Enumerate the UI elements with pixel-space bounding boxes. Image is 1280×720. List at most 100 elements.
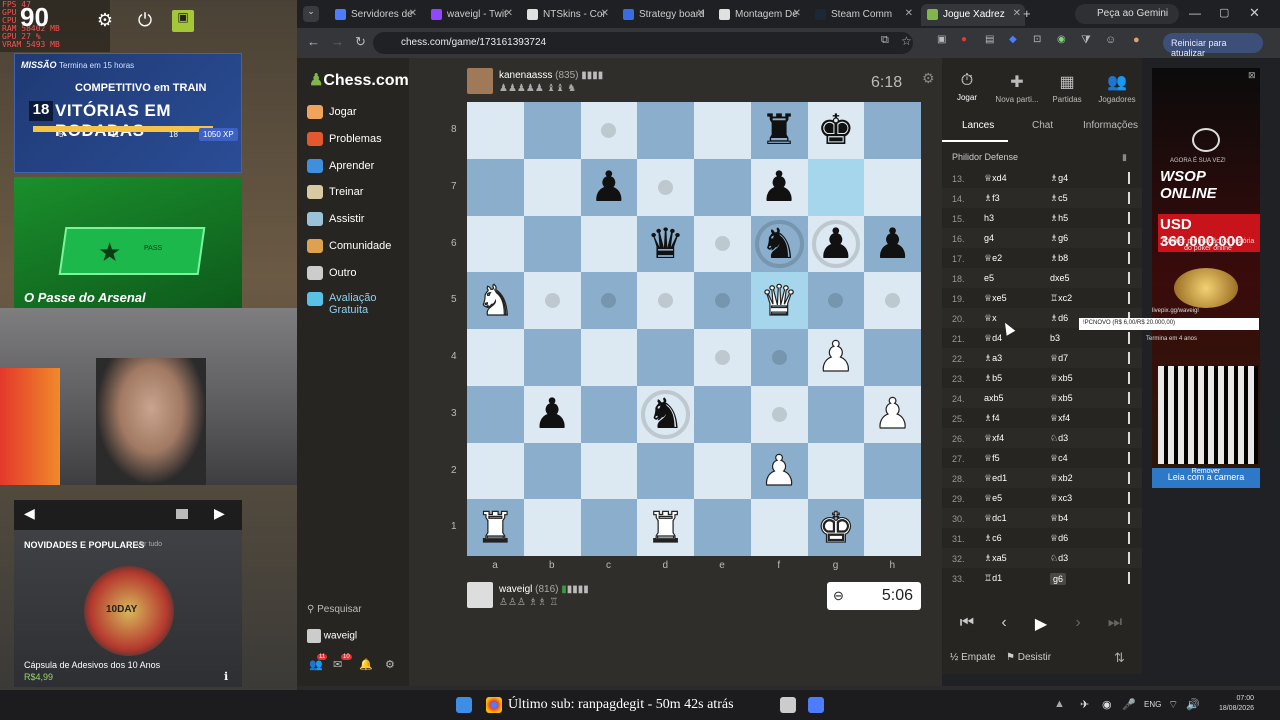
- white-pawn-piece[interactable]: ♟: [816, 335, 855, 378]
- profile-avatar[interactable]: ●: [1133, 34, 1140, 46]
- square-h5[interactable]: [864, 272, 921, 329]
- minimize-icon[interactable]: —: [1189, 6, 1201, 20]
- tab-chat[interactable]: Chat: [1032, 120, 1053, 131]
- square-d4[interactable]: [637, 329, 694, 386]
- carousel-next-icon[interactable]: ▶: [214, 505, 225, 522]
- cast-icon[interactable]: ⧉: [881, 34, 889, 47]
- square-c5[interactable]: [580, 272, 638, 329]
- reload-icon[interactable]: ↻: [355, 34, 366, 50]
- panel-tab-partidas[interactable]: ▦ Partidas: [1042, 72, 1092, 104]
- square-h7[interactable]: [864, 158, 921, 216]
- black-pawn-piece[interactable]: ♟: [760, 166, 798, 208]
- move-san[interactable]: e5: [984, 273, 994, 283]
- move-hint-dot[interactable]: [771, 406, 787, 422]
- square-f4[interactable]: [750, 329, 808, 386]
- square-e1[interactable]: [694, 499, 751, 556]
- move-san[interactable]: ♗f3: [984, 193, 1000, 204]
- move-san[interactable]: ♕xc3: [1050, 493, 1072, 504]
- move-san[interactable]: ♕xf4: [1050, 413, 1070, 424]
- taskbar-app-icon[interactable]: [808, 697, 824, 713]
- mic-icon[interactable]: 🎤: [1122, 698, 1136, 711]
- black-pawn-piece[interactable]: ♟: [874, 222, 912, 265]
- square-a2[interactable]: [467, 442, 524, 500]
- tab-close-icon[interactable]: ✕: [697, 8, 705, 19]
- first-move-icon[interactable]: ⏮: [952, 610, 982, 638]
- gear-icon[interactable]: ⚙: [94, 10, 116, 32]
- move-san[interactable]: ♖xc2: [1050, 293, 1072, 304]
- bookmark-star-icon[interactable]: ☆: [901, 34, 912, 48]
- move-hint-dot[interactable]: [658, 293, 674, 309]
- black-king-piece[interactable]: ♚: [817, 109, 855, 151]
- capture-hint-ring[interactable]: [754, 219, 804, 269]
- volume-icon[interactable]: 🔊: [1186, 698, 1200, 711]
- square-c7[interactable]: ♟: [580, 158, 638, 216]
- move-san[interactable]: ♕d6: [1050, 533, 1068, 544]
- move-san[interactable]: ♕b4: [1050, 513, 1068, 524]
- extensions-icon[interactable]: ⧩: [1081, 34, 1091, 47]
- square-d3[interactable]: ♞: [637, 385, 694, 443]
- move-san[interactable]: ♗d6: [1050, 313, 1068, 324]
- tab[interactable]: NTSkins - Cor ✕: [521, 4, 613, 26]
- square-b3[interactable]: ♟: [523, 385, 581, 443]
- tab-search-icon[interactable]: ⌄: [303, 6, 319, 22]
- carousel-prev-icon[interactable]: ◀: [24, 505, 35, 522]
- square-f6[interactable]: ♞: [750, 215, 808, 273]
- person-icon[interactable]: ☺: [1105, 34, 1116, 46]
- tab-info[interactable]: Informações: [1083, 120, 1138, 131]
- move-san[interactable]: ♗g4: [1050, 173, 1068, 184]
- move-san[interactable]: ♕e2: [984, 253, 1002, 264]
- tab-moves[interactable]: Lances: [962, 120, 994, 131]
- square-c2[interactable]: [580, 442, 638, 500]
- square-f8[interactable]: ♜: [750, 102, 808, 159]
- sidebar-item-outro[interactable]: Outro: [307, 266, 403, 280]
- news-card[interactable]: NOVIDADES E POPULARES Ver tudo 10DAY Cáp…: [14, 530, 242, 687]
- move-san[interactable]: ♗c6: [984, 533, 1002, 544]
- opponent-name[interactable]: kanenaasss (835) ▮▮▮▮: [499, 70, 603, 81]
- white-pawn-piece[interactable]: ♟: [873, 392, 912, 435]
- white-king-piece[interactable]: ♚: [816, 506, 855, 549]
- move-san[interactable]: ♕xf4: [984, 433, 1004, 444]
- image-icon[interactable]: ▣: [172, 10, 194, 32]
- square-e2[interactable]: [694, 442, 751, 500]
- square-b5[interactable]: [523, 272, 581, 329]
- tab-close-icon[interactable]: ✕: [601, 8, 609, 19]
- back-icon[interactable]: ←: [307, 34, 320, 49]
- move-san[interactable]: ♕dc1: [984, 513, 1007, 524]
- square-d2[interactable]: [637, 442, 694, 500]
- square-g7[interactable]: [807, 158, 865, 216]
- square-c3[interactable]: [580, 385, 638, 443]
- move-san[interactable]: ♗f4: [984, 413, 1000, 424]
- square-g5[interactable]: [807, 272, 865, 329]
- move-san[interactable]: ♗c5: [1050, 193, 1068, 204]
- square-g2[interactable]: [807, 442, 865, 500]
- tab[interactable]: waveigl - Twit ✕: [425, 4, 517, 26]
- extension-icon[interactable]: ●: [961, 34, 967, 45]
- square-g1[interactable]: ♚: [807, 499, 865, 556]
- tab[interactable]: Steam Comm ✕: [809, 4, 917, 26]
- tab[interactable]: Montagem De ✕: [713, 4, 805, 26]
- square-f2[interactable]: ♟: [750, 442, 808, 500]
- square-f5[interactable]: ♛: [750, 272, 808, 329]
- taskbar-app-icon[interactable]: [780, 697, 796, 713]
- move-san[interactable]: ♕d4: [984, 333, 1002, 344]
- move-san[interactable]: ♕ed1: [984, 473, 1007, 484]
- square-f7[interactable]: ♟: [750, 158, 808, 216]
- black-pawn-piece[interactable]: ♟: [590, 166, 628, 208]
- move-san[interactable]: ♕xd4: [984, 173, 1007, 184]
- book-icon[interactable]: ▮: [1122, 152, 1127, 163]
- black-pawn-piece[interactable]: ♟: [533, 393, 571, 435]
- square-a7[interactable]: [467, 158, 524, 216]
- tab-close-icon[interactable]: ✕: [505, 8, 513, 19]
- square-b6[interactable]: [523, 215, 581, 273]
- url-field[interactable]: chess.com/game/173161393724: [373, 32, 913, 54]
- see-all-link[interactable]: Ver tudo: [136, 541, 162, 548]
- square-d8[interactable]: [637, 102, 694, 159]
- square-c8[interactable]: [580, 102, 638, 159]
- square-a4[interactable]: [467, 329, 524, 386]
- square-c6[interactable]: [580, 215, 638, 273]
- chesscom-logo[interactable]: ♟Chess.com: [309, 70, 409, 90]
- square-h8[interactable]: [864, 102, 921, 159]
- square-g6[interactable]: ♟: [807, 215, 865, 273]
- move-san[interactable]: ♗b5: [984, 373, 1002, 384]
- square-e5[interactable]: [694, 272, 751, 329]
